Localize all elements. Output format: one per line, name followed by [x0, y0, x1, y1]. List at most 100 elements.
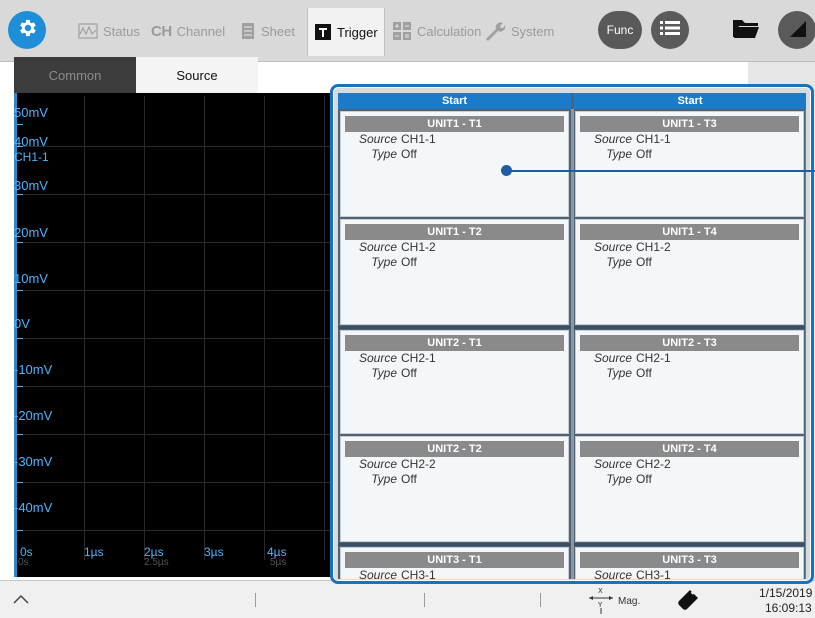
- y-axis-label: -10mV: [14, 362, 53, 377]
- grid-line: [17, 194, 334, 195]
- source-key: Source: [593, 568, 632, 579]
- trigger-cell-unit2-t2[interactable]: UNIT2 - T2 Source CH2-2 Type Off: [340, 436, 569, 542]
- subtab-common[interactable]: Common: [14, 57, 136, 93]
- column-header-start-left: Start: [338, 93, 571, 109]
- trigger-cell-unit2-t1[interactable]: UNIT2 - T1 Source CH2-1 Type Off: [340, 330, 569, 434]
- grid-line: [17, 386, 334, 387]
- y-axis-label: 50mV: [14, 105, 48, 120]
- trigger-source-grid: Start Start UNIT1 - T1 Source CH1-1 Type O…: [338, 93, 806, 579]
- usb-drive-icon: [676, 588, 700, 617]
- grid-line: [17, 530, 334, 531]
- trigger-cell-unit3-t1[interactable]: UNIT3 - T1 SourceCH3-1 TypeOff: [340, 547, 569, 579]
- trigger-cell-unit1-t3[interactable]: UNIT1 - T3 Source CH1-1 Type Off: [575, 111, 804, 217]
- tab-trigger-label: Trigger: [337, 24, 378, 40]
- trigger-cell-unit2-t3[interactable]: UNIT2 - T3 Source CH2-1 Type Off: [575, 330, 804, 434]
- source-value: CH1-1: [636, 132, 671, 146]
- y-axis-label: 20mV: [14, 225, 48, 240]
- y-axis-label: 10mV: [14, 271, 48, 286]
- y-tick: [17, 242, 23, 243]
- trigger-cell-unit1-t1[interactable]: UNIT1 - T1 Source CH1-1 Type Off: [340, 111, 569, 217]
- y-axis-label: -30mV: [14, 454, 53, 469]
- column-header-start-right: Start: [574, 93, 806, 109]
- tab-system[interactable]: System: [478, 10, 560, 52]
- mag-icon[interactable]: XY: [588, 585, 614, 618]
- trigger-cell-title: UNIT1 - T4: [580, 224, 799, 240]
- grid-line: [264, 96, 265, 560]
- y-axis-label: -40mV: [14, 500, 53, 515]
- tab-sheet[interactable]: Sheet: [234, 10, 301, 52]
- trigger-cell-unit1-t2[interactable]: UNIT1 - T2 Source CH1-2 Type Off: [340, 219, 569, 325]
- trigger-source-popup: Start Start UNIT1 - T1 Source CH1-1 Type O…: [330, 84, 814, 584]
- x-axis-label-secondary: 0s: [18, 557, 29, 568]
- settings-button[interactable]: [8, 11, 46, 49]
- source-value: CH2-1: [401, 351, 436, 365]
- y-axis-label: 30mV: [14, 178, 48, 193]
- source-key: Source: [358, 132, 397, 146]
- source-key: Source: [358, 240, 397, 254]
- svg-text:X: X: [598, 587, 603, 595]
- tab-channel-label: Channel: [176, 23, 226, 39]
- subtab-source[interactable]: Source: [136, 57, 258, 93]
- x-axis-label: 3µs: [204, 545, 224, 559]
- tab-status[interactable]: Status: [72, 10, 146, 52]
- source-value: CH2-1: [636, 351, 671, 365]
- type-value: Off: [636, 366, 652, 380]
- arrow-down-right-icon: [786, 17, 808, 44]
- type-value: Off: [636, 255, 652, 269]
- status-date: 1/15/2019: [759, 586, 813, 600]
- trigger-cell-unit3-t3[interactable]: UNIT3 - T3 SourceCH3-1 TypeOff: [575, 547, 804, 579]
- chevron-up-icon[interactable]: [12, 592, 30, 610]
- y-tick: [17, 434, 23, 435]
- column-divider: [571, 109, 574, 579]
- x-axis-label: 1µs: [84, 545, 104, 559]
- trigger-cell-title: UNIT1 - T3: [580, 116, 799, 132]
- y-tick: [17, 194, 23, 195]
- popup-scrollbar[interactable]: [805, 109, 806, 579]
- type-value: Off: [401, 472, 417, 486]
- subtab-bar: Common Source: [14, 57, 258, 93]
- func-button-label: Func: [606, 23, 634, 37]
- grid-line: [17, 290, 334, 291]
- sheet-icon: [240, 22, 256, 40]
- tab-trigger[interactable]: Trigger: [307, 8, 385, 56]
- channel-tag: CH1-1: [14, 150, 49, 164]
- y-tick: [17, 386, 23, 387]
- trigger-cell-title: UNIT1 - T1: [345, 116, 564, 132]
- type-key: Type: [371, 147, 397, 161]
- type-value: Off: [401, 366, 417, 380]
- tab-sheet-label: Sheet: [261, 23, 295, 39]
- grid-line: [17, 338, 334, 339]
- tab-calculation[interactable]: Calculation: [386, 10, 487, 52]
- trigger-cell-unit2-t4[interactable]: UNIT2 - T4 Source CH2-2 Type Off: [575, 436, 804, 542]
- func-button[interactable]: Func: [598, 11, 642, 49]
- source-key: Source: [358, 351, 397, 365]
- tab-channel[interactable]: CH Channel: [145, 10, 231, 52]
- grid-line: [17, 242, 334, 243]
- y-tick: [17, 290, 23, 291]
- folder-icon: [732, 17, 760, 44]
- list-menu-button[interactable]: [651, 11, 689, 49]
- gear-icon: [16, 17, 38, 44]
- trigger-cell-title: UNIT2 - T4: [580, 441, 799, 457]
- grid-line: [84, 96, 85, 560]
- type-key: Type: [606, 147, 632, 161]
- type-key: Type: [606, 366, 632, 380]
- source-key: Source: [358, 457, 397, 471]
- list-icon: [660, 20, 680, 41]
- source-key: Source: [593, 132, 632, 146]
- x-axis-label-secondary: 5µs: [270, 557, 287, 568]
- callout-line: [507, 170, 815, 172]
- status-time: 16:09:13: [765, 601, 812, 615]
- collapse-button[interactable]: [778, 11, 815, 49]
- open-folder-button[interactable]: [727, 11, 765, 49]
- type-key: Type: [371, 472, 397, 486]
- trigger-cell-unit1-t4[interactable]: UNIT1 - T4 Source CH1-2 Type Off: [575, 219, 804, 325]
- type-value: Off: [401, 147, 417, 161]
- svg-text:Y: Y: [597, 601, 603, 609]
- waveform-display[interactable]: [14, 93, 334, 577]
- source-value: CH1-2: [401, 240, 436, 254]
- y-tick: [17, 338, 23, 339]
- source-key: Source: [593, 351, 632, 365]
- source-value: CH2-2: [636, 457, 671, 471]
- source-value: CH2-2: [401, 457, 436, 471]
